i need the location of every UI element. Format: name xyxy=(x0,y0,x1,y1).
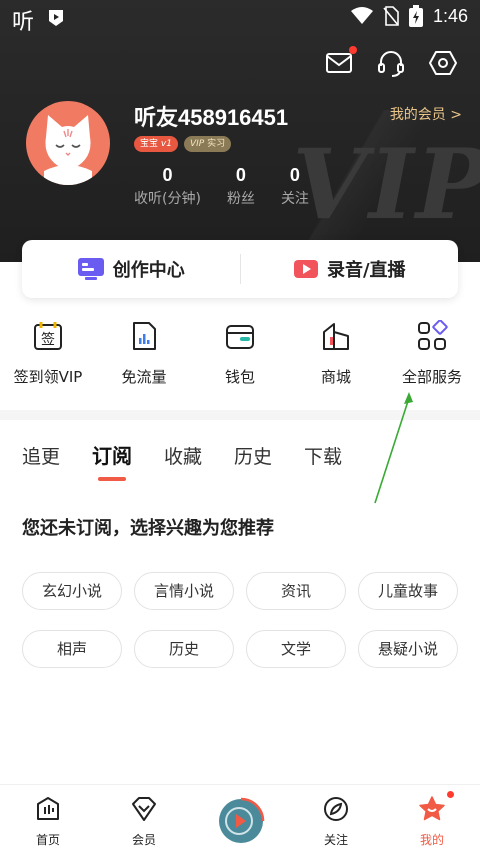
avatar[interactable] xyxy=(26,101,110,185)
headset-icon xyxy=(378,51,404,77)
tab-subscriptions[interactable]: 订阅 xyxy=(92,440,133,481)
stat-fans[interactable]: 0 粉丝 xyxy=(227,165,255,208)
interest-chip[interactable]: 历史 xyxy=(134,630,234,668)
vip-badge-label: VIP xyxy=(189,139,205,149)
interest-chip[interactable]: 悬疑小说 xyxy=(358,630,458,668)
interest-chip[interactable]: 相声 xyxy=(22,630,122,668)
nav-mine[interactable]: 我的 xyxy=(384,785,480,853)
section-divider xyxy=(0,410,480,420)
status-bar: 听 1:46 xyxy=(0,0,480,35)
nav-label: 我的 xyxy=(419,833,444,847)
nav-label: 会员 xyxy=(131,833,156,847)
no-sim-icon xyxy=(383,6,399,26)
service-wallet[interactable]: 钱包 xyxy=(192,320,288,387)
clock: 1:46 xyxy=(432,5,468,26)
media-notification-icon xyxy=(49,10,63,26)
creation-card: 创作中心 录音/直播 xyxy=(22,240,458,298)
record-live-label: 录音/直播 xyxy=(326,260,406,281)
creator-center-button[interactable]: 创作中心 xyxy=(22,256,240,282)
stat-label: 关注 xyxy=(280,191,309,207)
nav-home[interactable]: 首页 xyxy=(0,785,96,853)
username: 听友458916451 xyxy=(134,105,289,130)
message-button[interactable] xyxy=(324,46,357,78)
settings-button[interactable] xyxy=(428,48,458,78)
interest-chip[interactable]: 玄幻小说 xyxy=(22,572,122,610)
interest-chip[interactable]: 资讯 xyxy=(246,572,346,610)
service-label: 全部服务 xyxy=(401,368,462,386)
service-free-data[interactable]: 免流量 xyxy=(96,320,192,387)
tab-label: 订阅 xyxy=(92,444,133,468)
player-button[interactable] xyxy=(214,794,268,848)
nav-follow[interactable]: 关注 xyxy=(288,785,384,853)
stat-following[interactable]: 0 关注 xyxy=(281,165,309,208)
stat-listen-minutes[interactable]: 0 收听(分钟) xyxy=(134,165,201,208)
customer-service-button[interactable] xyxy=(376,48,406,78)
service-all-services[interactable]: 全部服务 xyxy=(384,319,480,387)
tab-history[interactable]: 历史 xyxy=(234,442,272,469)
service-grid: 签 签到领VIP 免流量 钱包 商城 全部服务 xyxy=(0,319,480,387)
service-shop[interactable]: 商城 xyxy=(288,320,384,387)
free-data-icon xyxy=(133,322,156,350)
interest-chip[interactable]: 儿童故事 xyxy=(358,572,458,610)
header-actions xyxy=(324,46,458,78)
app-notification-icon: 听 xyxy=(12,10,35,35)
vip-icon xyxy=(132,797,156,821)
creator-center-icon xyxy=(77,258,104,280)
baby-level-badge[interactable]: 宝宝 v1 xyxy=(134,136,178,152)
sign-in-icon: 签 xyxy=(34,322,62,350)
service-label: 商城 xyxy=(320,368,351,386)
nav-vip[interactable]: 会员 xyxy=(96,785,192,853)
stat-value: 0 xyxy=(235,165,246,185)
record-live-button[interactable]: 录音/直播 xyxy=(241,256,459,282)
service-sign-in-vip[interactable]: 签 签到领VIP xyxy=(0,320,96,387)
nav-label: 首页 xyxy=(35,833,60,847)
interest-chip[interactable]: 言情小说 xyxy=(134,572,234,610)
baby-badge-level: v1 xyxy=(160,139,172,149)
tab-updates[interactable]: 追更 xyxy=(22,442,60,469)
unread-dot xyxy=(349,46,357,54)
all-services-icon xyxy=(418,319,448,350)
service-label: 签到领VIP xyxy=(13,368,83,386)
shop-icon xyxy=(323,323,349,350)
vip-badge-sub: 实习 xyxy=(207,139,226,149)
stat-label: 收听(分钟) xyxy=(134,191,201,207)
nav-label: 关注 xyxy=(323,833,348,847)
wallet-icon xyxy=(226,325,254,349)
vip-trainee-badge[interactable]: VIP 实习 xyxy=(183,136,232,152)
user-badges: 宝宝 v1 VIP 实习 xyxy=(134,136,232,152)
wifi-icon xyxy=(350,7,373,24)
interest-chip[interactable]: 文学 xyxy=(246,630,346,668)
recommend-title: 您还未订阅，选择兴趣为您推荐 xyxy=(22,518,274,539)
user-stats: 0 收听(分钟) 0 粉丝 0 关注 xyxy=(134,165,335,208)
record-live-icon xyxy=(293,260,318,278)
tab-downloads[interactable]: 下载 xyxy=(304,442,342,469)
content-tabs: 追更 订阅 收藏 历史 下载 xyxy=(22,440,342,481)
interest-chips: 玄幻小说 言情小说 资讯 儿童故事 相声 历史 文学 悬疑小说 xyxy=(22,572,462,668)
sign-in-glyph: 签 xyxy=(41,331,55,348)
profile-header: VIP 听 1:46 听友458916451 宝宝 v1 VIP 实习 我的会员… xyxy=(0,0,480,262)
stat-value: 0 xyxy=(162,165,173,185)
follow-icon xyxy=(324,797,348,821)
stat-value: 0 xyxy=(289,165,300,185)
service-label: 钱包 xyxy=(224,368,255,386)
cat-avatar-icon xyxy=(44,115,92,185)
service-label: 免流量 xyxy=(121,368,167,386)
home-icon xyxy=(37,797,59,820)
notification-dot xyxy=(447,791,454,798)
stat-label: 粉丝 xyxy=(226,191,255,207)
active-tab-indicator xyxy=(98,477,127,481)
battery-charging-icon xyxy=(408,5,423,27)
creator-center-label: 创作中心 xyxy=(112,260,185,281)
baby-badge-label: 宝宝 xyxy=(140,139,159,149)
mine-icon xyxy=(419,796,445,821)
tab-favorites[interactable]: 收藏 xyxy=(164,442,202,469)
my-membership-link[interactable]: 我的会员 > xyxy=(390,104,462,124)
settings-icon xyxy=(429,51,457,75)
